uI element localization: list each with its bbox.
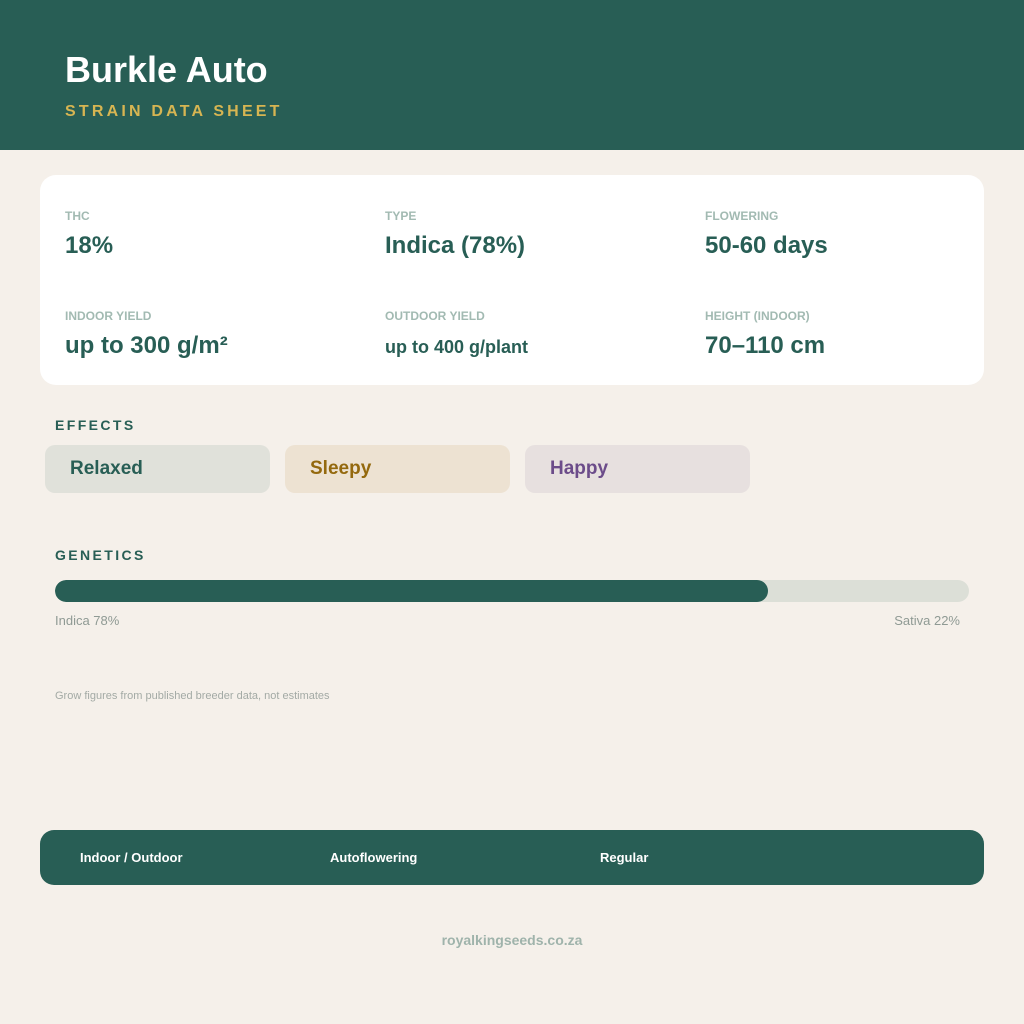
stat-value: 70–110 cm xyxy=(705,332,826,359)
effects-heading: EFFECTS xyxy=(55,417,136,433)
effect-chip-happy: Happy xyxy=(525,445,750,493)
stat-value: up to 400 g/plant xyxy=(385,337,529,357)
stat-label: OUTDOOR YIELD xyxy=(385,309,485,323)
stat-flowering: FLOWERING 50-60 days xyxy=(705,209,828,261)
website-link[interactable]: royalkingseeds.co.za xyxy=(0,931,1024,949)
stats-card: THC 18% TYPE Indica (78%) FLOWERING 50-6… xyxy=(40,175,984,385)
stat-outdoor-yield: OUTDOOR YIELD up to 400 g/plant xyxy=(385,309,528,359)
page-subtitle: STRAIN DATA SHEET xyxy=(65,103,283,120)
stat-height-indoor: HEIGHT (INDOOR) 70–110 cm xyxy=(705,309,825,361)
footer-item-environment: Indoor / Outdoor xyxy=(80,850,183,865)
indica-bar-fill xyxy=(55,580,768,602)
stat-value: 50-60 days xyxy=(705,232,828,259)
stat-label: INDOOR YIELD xyxy=(65,309,152,323)
effect-chip-sleepy: Sleepy xyxy=(285,445,510,493)
genetics-bar xyxy=(55,580,969,602)
strain-data-sheet: Burkle Auto STRAIN DATA SHEET THC 18% TY… xyxy=(0,0,1024,1024)
stat-label: TYPE xyxy=(385,209,417,223)
page-title: Burkle Auto xyxy=(65,49,268,90)
stat-label: THC xyxy=(65,209,90,223)
header-banner: Burkle Auto STRAIN DATA SHEET xyxy=(0,0,1024,150)
stat-label: HEIGHT (INDOOR) xyxy=(705,309,810,323)
data-source-note: Grow figures from published breeder data… xyxy=(55,690,330,702)
footer-item-flowering-type: Autoflowering xyxy=(330,850,418,865)
sativa-caption: Sativa 22% xyxy=(894,613,960,628)
stat-value: up to 300 g/m² xyxy=(65,332,228,359)
indica-caption: Indica 78% xyxy=(55,613,120,628)
stat-label: FLOWERING xyxy=(705,209,779,223)
footer-item-seed-type: Regular xyxy=(600,850,649,865)
stat-type: TYPE Indica (78%) xyxy=(385,209,525,261)
stat-value: 18% xyxy=(65,232,114,259)
stat-indoor-yield: INDOOR YIELD up to 300 g/m² xyxy=(65,309,228,361)
effect-chip-relaxed: Relaxed xyxy=(45,445,270,493)
stat-thc: THC 18% xyxy=(65,209,113,261)
stat-value: Indica (78%) xyxy=(385,232,526,259)
genetics-heading: GENETICS xyxy=(55,547,146,563)
footer-attributes-bar: Indoor / Outdoor Autoflowering Regular xyxy=(40,830,984,885)
